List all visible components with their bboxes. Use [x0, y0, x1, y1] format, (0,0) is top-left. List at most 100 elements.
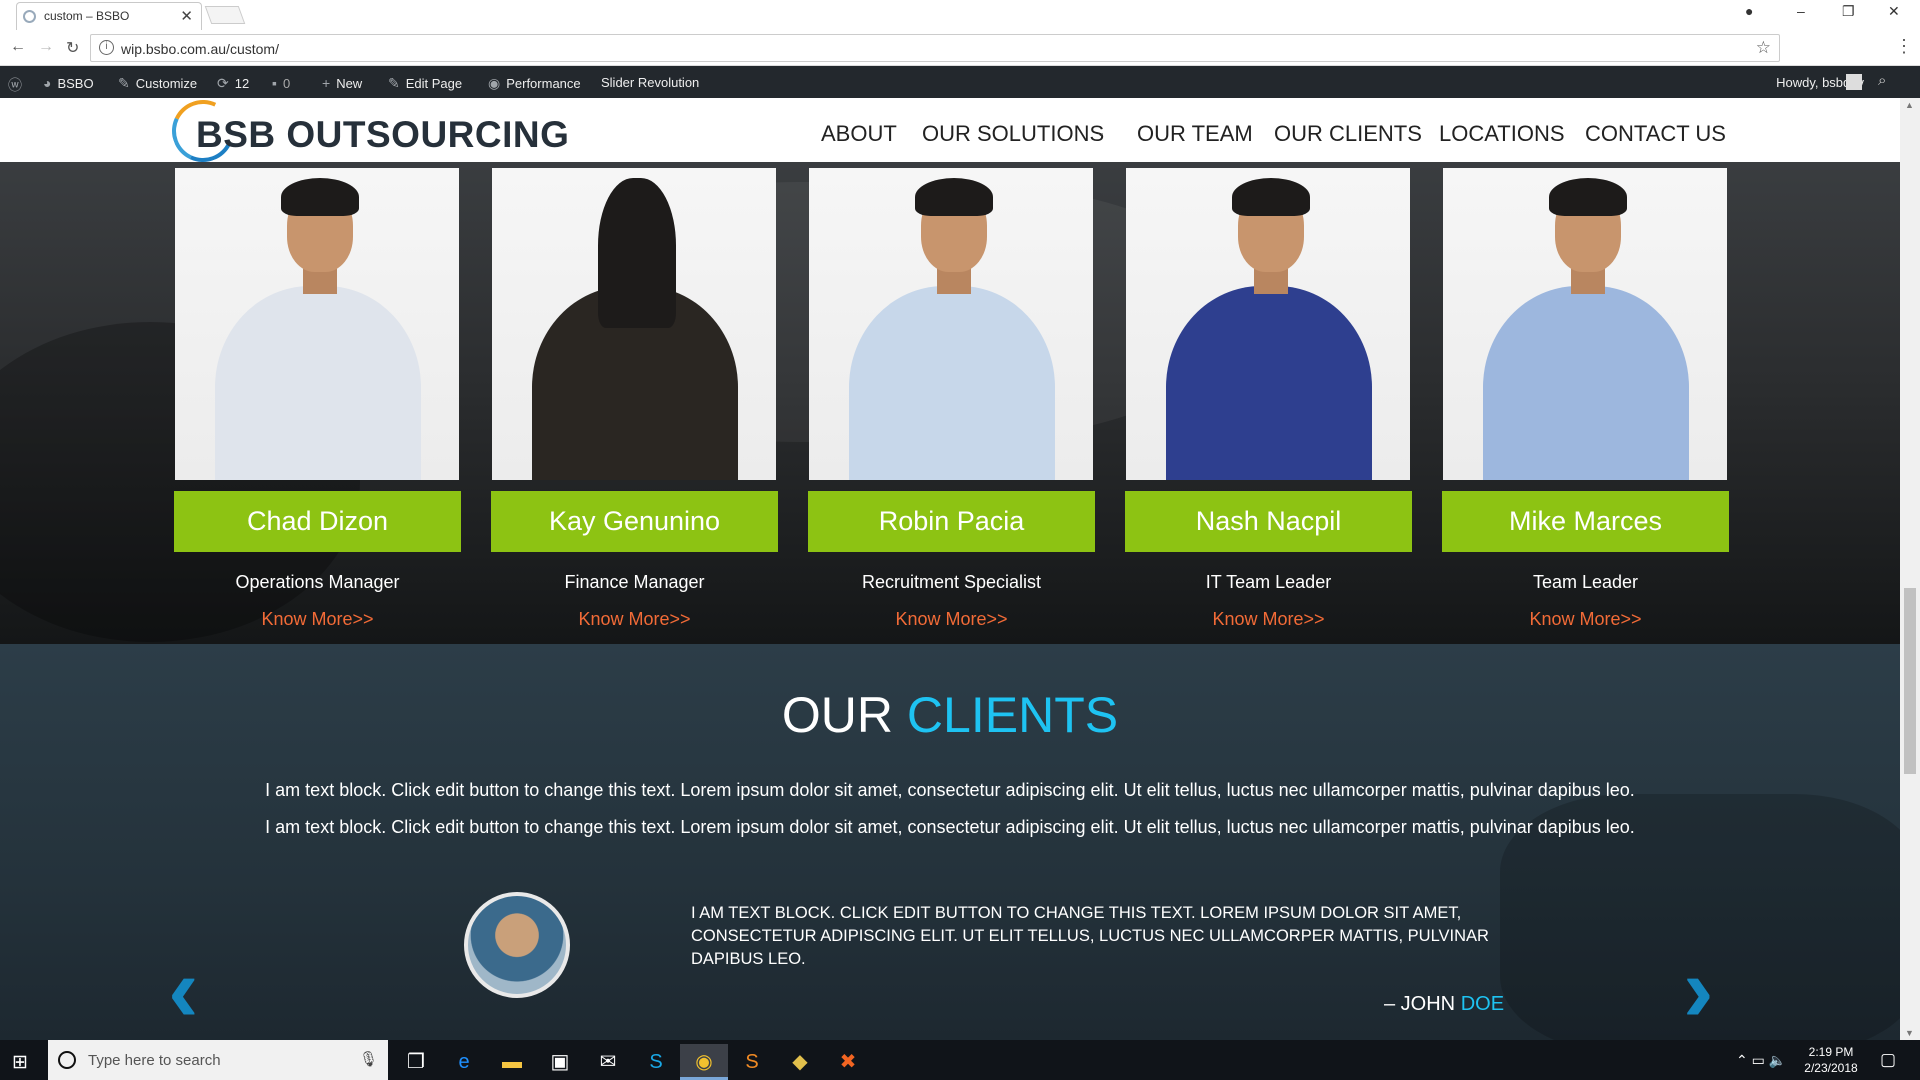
- member-role: Finance Manager: [564, 572, 705, 592]
- clients-text-block: I am text block. Click edit button to ch…: [265, 817, 1635, 837]
- scrollbar-thumb[interactable]: [1904, 588, 1916, 774]
- page-scrollbar[interactable]: [1900, 98, 1920, 1040]
- edit-page-label: Edit Page: [405, 76, 463, 91]
- xampp-icon[interactable]: ✖: [824, 1044, 872, 1080]
- comment-icon: ▪: [272, 75, 277, 91]
- admin-performance-link[interactable]: ◉ Performance: [488, 75, 581, 92]
- member-photo-body: [1166, 286, 1372, 480]
- arrow-left-icon[interactable]: ←: [10, 38, 26, 56]
- carousel-next-arrow-icon[interactable]: ›: [1683, 944, 1714, 1036]
- admin-edit-page-link[interactable]: ✎ Edit Page: [388, 75, 462, 92]
- taskbar-search-input[interactable]: Type here to search 🎙: [48, 1040, 388, 1080]
- nav-locations[interactable]: LOCATIONS: [1439, 121, 1565, 147]
- microphone-icon[interactable]: 🎙: [359, 1050, 378, 1068]
- admin-customize-link[interactable]: ✎ Customize: [118, 75, 197, 92]
- admin-comments-link[interactable]: ▪ 0: [272, 75, 290, 91]
- window-close-button[interactable]: ✕: [1888, 3, 1900, 20]
- sourcetree-icon[interactable]: ◆: [776, 1044, 824, 1080]
- nav-our-clients[interactable]: OUR CLIENTS: [1274, 121, 1422, 147]
- sublime-icon[interactable]: S: [728, 1044, 776, 1080]
- member-photo-hair: [1232, 178, 1310, 216]
- customize-label: Customize: [135, 76, 198, 91]
- nav-our-team[interactable]: OUR TEAM: [1137, 121, 1253, 147]
- mail-icon[interactable]: ✉: [584, 1044, 632, 1080]
- admin-site-link[interactable]: ◕ BSBO: [43, 75, 94, 91]
- nav-our-solutions[interactable]: OUR SOLUTIONS: [922, 121, 1104, 147]
- know-more-link[interactable]: Know More>>: [174, 609, 461, 630]
- clock-time: 2:19 PM: [1808, 1045, 1854, 1059]
- skype-icon[interactable]: S: [632, 1044, 680, 1080]
- member-photo: [809, 168, 1093, 480]
- page-loading-icon: [23, 10, 36, 23]
- address-bar[interactable]: i wip.bsbo.com.au/custom/ ☆: [90, 34, 1780, 62]
- member-name: Kay Genunino: [491, 491, 778, 552]
- admin-new-link[interactable]: + New: [322, 75, 362, 91]
- member-name: Chad Dizon: [174, 491, 461, 552]
- nav-about[interactable]: ABOUT: [821, 121, 897, 147]
- admin-updates-link[interactable]: ⟳ 12: [217, 75, 249, 92]
- performance-icon: ◉: [488, 75, 501, 91]
- plus-icon: +: [322, 75, 331, 91]
- notification-center-icon[interactable]: ▢: [1880, 1050, 1896, 1070]
- know-more-link[interactable]: Know More>>: [1442, 609, 1729, 630]
- system-tray-icons[interactable]: ⌃ ▭ 🔈: [1736, 1052, 1786, 1069]
- reload-icon[interactable]: ↻: [66, 38, 79, 58]
- testimonial-author: – JOHN DOE: [1384, 993, 1504, 1016]
- tab-close-icon[interactable]: ✕: [180, 7, 193, 25]
- star-icon[interactable]: ☆: [1756, 38, 1771, 58]
- chrome-icon[interactable]: ◉: [680, 1044, 728, 1080]
- clients-heading-part: OUR: [781, 687, 894, 743]
- member-role: Team Leader: [1532, 572, 1639, 592]
- carousel-prev-arrow-icon[interactable]: ‹: [168, 944, 199, 1036]
- arrow-right-icon[interactable]: →: [38, 38, 54, 56]
- windows-start-icon[interactable]: ⊞: [12, 1051, 28, 1074]
- member-name: Mike Marces: [1442, 491, 1729, 552]
- testimonial-avatar: [464, 892, 570, 998]
- wordpress-logo-icon[interactable]: ⓦ: [8, 75, 22, 95]
- updates-icon: ⟳: [217, 75, 229, 91]
- windows-taskbar: ⊞ Type here to search 🎙 ❐ e ▬ ▣ ✉ S ◉ S …: [0, 1040, 1920, 1080]
- clients-heading-accent: CLIENTS: [906, 687, 1119, 743]
- search-icon[interactable]: ⌕: [1878, 72, 1886, 89]
- site-name: BSBO: [57, 75, 94, 91]
- author-name-accent: DOE: [1460, 993, 1505, 1015]
- updates-count: 12: [234, 76, 250, 91]
- site-info-icon[interactable]: i: [99, 40, 114, 55]
- scroll-down-icon[interactable]: ▼: [1905, 1028, 1914, 1038]
- member-photo-body: [849, 286, 1055, 480]
- site-logo[interactable]: BSB OUTSOURCING: [196, 114, 569, 156]
- taskbar-clock[interactable]: 2:19 PM 2/23/2018: [1799, 1044, 1863, 1076]
- member-photo-hair: [598, 178, 676, 328]
- task-view-icon[interactable]: ❐: [392, 1044, 440, 1080]
- comments-count: 0: [282, 75, 291, 91]
- know-more-link[interactable]: Know More>>: [808, 609, 1095, 630]
- admin-slider-link[interactable]: Slider Revolution: [601, 75, 699, 90]
- tab-title: custom – BSBO: [44, 9, 130, 23]
- member-name: Nash Nacpil: [1125, 491, 1412, 552]
- member-photo: [492, 168, 776, 480]
- edge-icon[interactable]: e: [440, 1044, 488, 1080]
- member-name: Robin Pacia: [808, 491, 1095, 552]
- nav-contact-us[interactable]: CONTACT US: [1585, 121, 1726, 147]
- new-tab-button[interactable]: [204, 6, 246, 24]
- profile-icon[interactable]: ●: [1745, 3, 1753, 19]
- dashboard-icon: ◕: [43, 75, 52, 91]
- know-more-link[interactable]: Know More>>: [1125, 609, 1412, 630]
- browser-tab[interactable]: custom – BSBO ✕: [16, 2, 202, 30]
- member-photo-hair: [1549, 178, 1627, 216]
- member-role: Recruitment Specialist: [861, 572, 1042, 592]
- avatar[interactable]: [1846, 74, 1862, 90]
- clients-heading: OUR CLIENTS: [0, 686, 1900, 744]
- search-placeholder: Type here to search: [88, 1052, 221, 1069]
- maximize-button[interactable]: ❐: [1842, 3, 1855, 20]
- file-explorer-icon[interactable]: ▬: [488, 1044, 536, 1080]
- scroll-up-icon[interactable]: ▲: [1905, 100, 1914, 110]
- member-photo: [175, 168, 459, 480]
- minimize-button[interactable]: –: [1797, 3, 1805, 19]
- store-icon[interactable]: ▣: [536, 1044, 584, 1080]
- know-more-link[interactable]: Know More>>: [491, 609, 778, 630]
- member-photo-body: [215, 286, 421, 480]
- kebab-menu-icon[interactable]: ⋮: [1895, 36, 1913, 57]
- team-section: Chad Dizon Operations Manager Know More>…: [0, 162, 1900, 644]
- address-toolbar: ← → ↻ i wip.bsbo.com.au/custom/ ☆ ⋮: [0, 30, 1920, 66]
